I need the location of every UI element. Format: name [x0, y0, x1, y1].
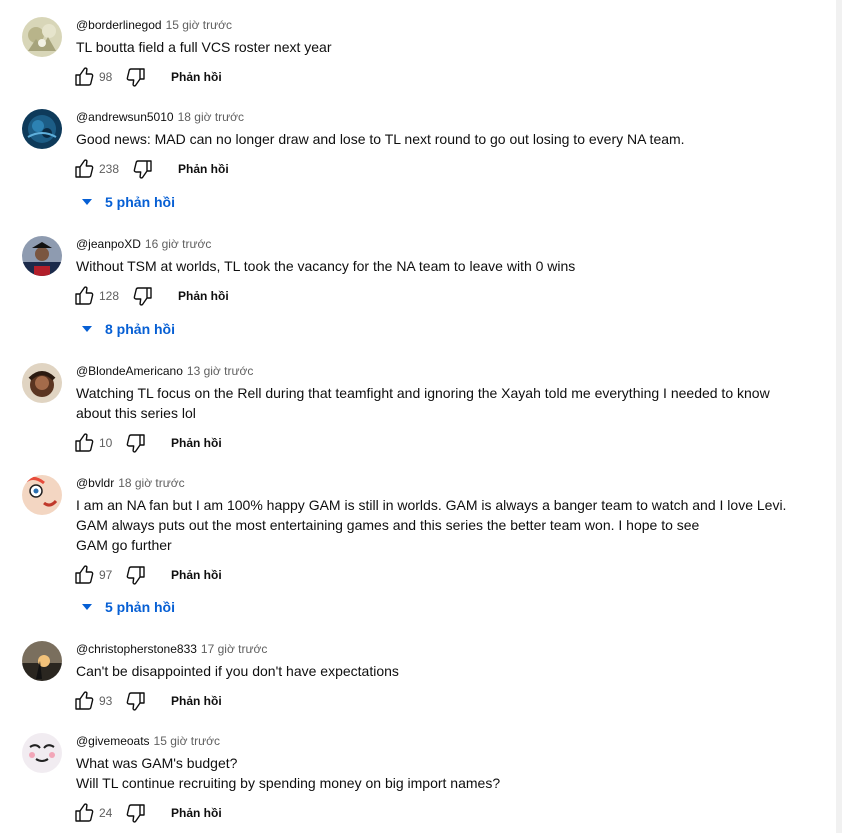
avatar[interactable] [22, 641, 62, 681]
thumb-up-icon[interactable] [72, 801, 96, 825]
like-count: 238 [99, 162, 120, 176]
comment-header: @BlondeAmericano 13 giờ trước [76, 363, 816, 379]
comment-actions: 10 Phản hồi [75, 431, 816, 455]
thumb-up-icon[interactable] [72, 65, 96, 89]
reply-button[interactable]: Phản hồi [178, 161, 229, 177]
avatar[interactable] [22, 17, 62, 57]
like-count: 10 [99, 436, 113, 450]
comment-text-line: Will TL continue recruiting by spending … [76, 775, 501, 791]
avatar[interactable] [22, 363, 62, 403]
comment-text-line: Good news: MAD can no longer draw and lo… [76, 131, 685, 147]
author-name[interactable]: @andrewsun5010 [76, 110, 174, 124]
thumb-up-icon[interactable] [72, 157, 96, 181]
thumb-down-icon[interactable] [131, 284, 155, 308]
avatar[interactable] [22, 109, 62, 149]
timestamp[interactable]: 13 giờ trước [187, 364, 253, 378]
chevron-down-icon [82, 326, 92, 333]
thumb-down-icon[interactable] [124, 563, 148, 587]
thumb-up-icon[interactable] [72, 689, 96, 713]
reply-button[interactable]: Phản hồi [171, 69, 222, 85]
comment-header: @jeanpoXD 16 giờ trước [76, 236, 816, 252]
comment-header: @christopherstone833 17 giờ trước [76, 641, 816, 657]
thumb-down-icon[interactable] [124, 65, 148, 89]
comment-text-line: GAM go further [76, 537, 172, 553]
comment-actions: 98 Phản hồi [75, 65, 816, 89]
comment-text-line: What was GAM's budget? [76, 755, 238, 771]
comment-text-line: Without TSM at worlds, TL took the vacan… [76, 258, 576, 274]
like-count: 128 [99, 289, 120, 303]
thumb-up-icon[interactable] [72, 563, 96, 587]
timestamp[interactable]: 17 giờ trước [201, 642, 267, 656]
comment-text: Without TSM at worlds, TL took the vacan… [76, 256, 816, 276]
thumb-down-icon[interactable] [131, 157, 155, 181]
comment-actions: 128 Phản hồi [75, 284, 816, 308]
comment-text: I am an NA fan but I am 100% happy GAM i… [76, 495, 816, 555]
author-name[interactable]: @bvldr [76, 476, 114, 490]
thumb-up-icon[interactable] [72, 431, 96, 455]
comment-actions: 24 Phản hồi [75, 801, 816, 825]
like-count: 97 [99, 568, 113, 582]
comment-actions: 238 Phản hồi [75, 157, 816, 181]
comment-text: Can't be disappointed if you don't have … [76, 661, 816, 681]
reply-button[interactable]: Phản hồi [171, 567, 222, 583]
comment-text: Good news: MAD can no longer draw and lo… [76, 129, 816, 149]
thumb-down-icon[interactable] [124, 689, 148, 713]
scrollbar-track[interactable] [836, 0, 842, 833]
like-count: 93 [99, 694, 113, 708]
comment-text-line: GAM always puts out the most entertainin… [76, 517, 700, 533]
comment-header: @borderlinegod 15 giờ trước [76, 17, 816, 33]
chevron-down-icon [82, 199, 92, 206]
comment-header: @andrewsun5010 18 giờ trước [76, 109, 816, 125]
comment-actions: 97 Phản hồi [75, 563, 816, 587]
avatar[interactable] [22, 733, 62, 773]
comment-text-line: about this series lol [76, 405, 196, 421]
like-count: 24 [99, 806, 113, 820]
comment-text: What was GAM's budget? Will TL continue … [76, 753, 816, 793]
replies-count-label: 8 phản hồi [105, 321, 175, 337]
avatar[interactable] [22, 236, 62, 276]
author-name[interactable]: @givemeoats [76, 734, 150, 748]
timestamp[interactable]: 18 giờ trước [118, 476, 184, 490]
thumb-up-icon[interactable] [72, 284, 96, 308]
comment-actions: 93 Phản hồi [75, 689, 816, 713]
comment-text-line: Watching TL focus on the Rell during tha… [76, 385, 770, 401]
comment-text-line: I am an NA fan but I am 100% happy GAM i… [76, 497, 787, 513]
thumb-down-icon[interactable] [124, 431, 148, 455]
timestamp[interactable]: 16 giờ trước [145, 237, 211, 251]
author-name[interactable]: @borderlinegod [76, 18, 162, 32]
comment-text: Watching TL focus on the Rell during tha… [76, 383, 816, 423]
reply-button[interactable]: Phản hồi [171, 693, 222, 709]
author-name[interactable]: @christopherstone833 [76, 642, 197, 656]
timestamp[interactable]: 15 giờ trước [166, 18, 232, 32]
comment-text: TL boutta field a full VCS roster next y… [76, 37, 816, 57]
view-replies-button[interactable]: 5 phản hồi [82, 597, 175, 617]
view-replies-button[interactable]: 5 phản hồi [82, 192, 175, 212]
reply-button[interactable]: Phản hồi [178, 288, 229, 304]
comment-header: @bvldr 18 giờ trước [76, 475, 816, 491]
thumb-down-icon[interactable] [124, 801, 148, 825]
replies-count-label: 5 phản hồi [105, 194, 175, 210]
avatar[interactable] [22, 475, 62, 515]
chevron-down-icon [82, 604, 92, 611]
author-name[interactable]: @jeanpoXD [76, 237, 141, 251]
like-count: 98 [99, 70, 113, 84]
reply-button[interactable]: Phản hồi [171, 805, 222, 821]
timestamp[interactable]: 18 giờ trước [178, 110, 244, 124]
author-name[interactable]: @BlondeAmericano [76, 364, 183, 378]
reply-button[interactable]: Phản hồi [171, 435, 222, 451]
comment-header: @givemeoats 15 giờ trước [76, 733, 816, 749]
replies-count-label: 5 phản hồi [105, 599, 175, 615]
comment-text-line: Can't be disappointed if you don't have … [76, 663, 399, 679]
comment-text-line: TL boutta field a full VCS roster next y… [76, 39, 332, 55]
timestamp[interactable]: 15 giờ trước [154, 734, 220, 748]
view-replies-button[interactable]: 8 phản hồi [82, 319, 175, 339]
